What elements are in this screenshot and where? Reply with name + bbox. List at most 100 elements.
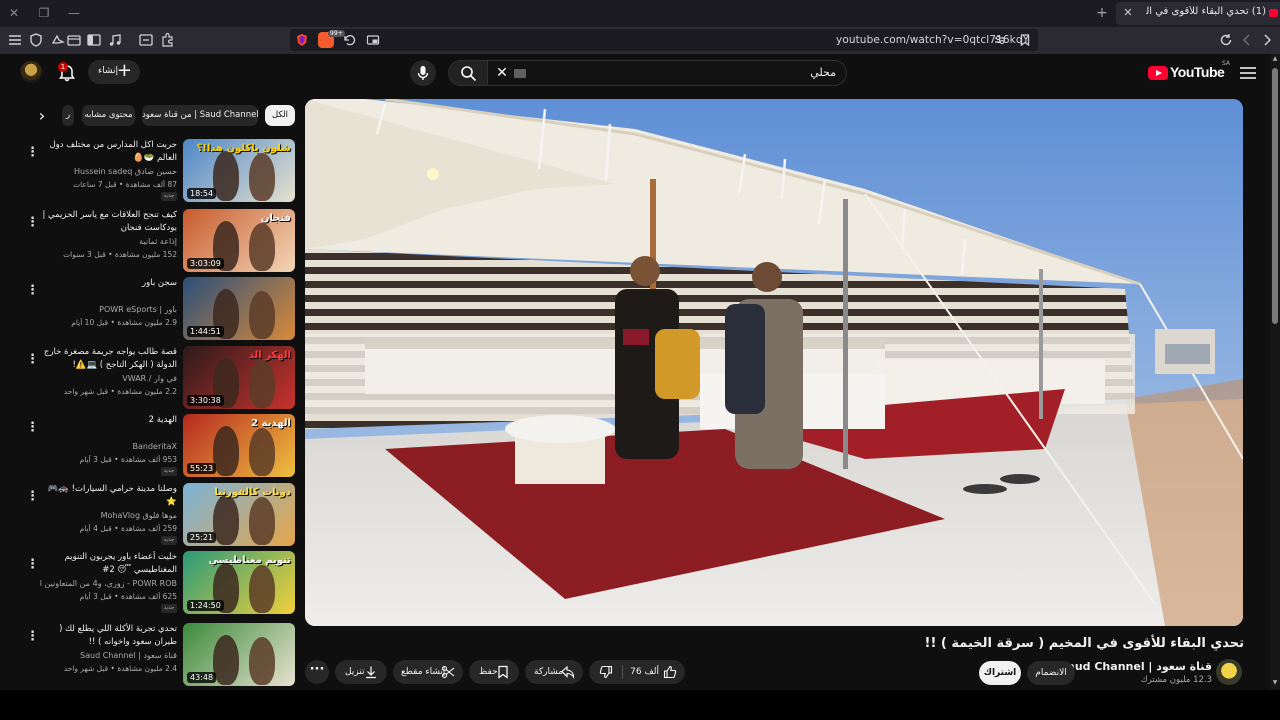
account-avatar[interactable] <box>20 61 42 83</box>
recommendation-title: وصلنا مدينة حرامي السيارات! 🚓🎮⭐ <box>47 484 177 507</box>
scroll-down-arrow-icon[interactable]: ▼ <box>1270 678 1280 688</box>
menu-icon[interactable] <box>6 31 24 49</box>
more-vertical-icon[interactable]: ⋮ <box>26 283 39 299</box>
recommendation-thumbnail[interactable]: الهدية 2 55:23 <box>183 414 295 477</box>
bookmark-save-icon <box>498 665 508 679</box>
recommendation-thumbnail[interactable]: دونات كالفورنيا 25:21 <box>183 483 295 546</box>
recommendation-item[interactable]: ⋮ وصلنا مدينة حرامي السيارات! 🚓🎮⭐ موها فلو… <box>0 483 300 549</box>
join-button[interactable]: الانضمام <box>1027 661 1075 685</box>
like-button[interactable]: 76 ألف <box>623 660 685 684</box>
like-count: 76 ألف <box>630 667 659 677</box>
rewind-icon[interactable] <box>342 33 356 47</box>
recommendation-meta: 259 ألف مشاهدة • قبل 4 أيام <box>79 524 177 533</box>
download-button[interactable]: تنزيل <box>335 660 387 684</box>
clear-search-icon[interactable]: ✕ <box>494 65 510 81</box>
forward-arrow-icon[interactable] <box>1258 31 1276 49</box>
address-bar[interactable]: 99+ youtube.com/watch?v=0qtcl716kqY <box>290 29 1038 51</box>
video-player[interactable] <box>305 99 1243 626</box>
recommendation-item[interactable]: ⋮ تحدي تجربة الأكلة اللي يطلع لك ( طيران … <box>0 623 300 689</box>
music-icon[interactable] <box>106 31 124 49</box>
recommendation-channel: باور | POWR eSports <box>99 305 177 314</box>
youtube-play-icon <box>1148 66 1168 80</box>
clip-button[interactable]: إنشاء مقطع <box>393 660 463 684</box>
bookmark-icon[interactable] <box>1018 33 1032 47</box>
screenshot-icon[interactable] <box>137 31 155 49</box>
thumbnail-person <box>249 565 275 613</box>
recommendation-thumbnail[interactable]: الهكر الذ 3:30:38 <box>183 346 295 409</box>
chip-label: الكل <box>271 110 289 120</box>
sidebar-icon[interactable] <box>85 31 103 49</box>
voice-search-button[interactable] <box>410 60 436 86</box>
shield-icon[interactable] <box>27 31 45 49</box>
brave-logo-icon[interactable] <box>296 33 308 47</box>
picture-in-picture-icon[interactable] <box>366 33 380 47</box>
recommendation-title: جربت اكل المدارس من مختلف دول العالم 🥗🥚 <box>49 140 178 163</box>
save-button[interactable]: حفظ <box>469 660 519 684</box>
search-input[interactable]: ✕ محلي <box>487 60 847 86</box>
recommendation-item[interactable]: ⋮ قصة طالب يواجه جريمة مصغرة خارج الدولة … <box>0 346 300 412</box>
browser-tab-bar: ✕ ❐ — + ✕ (1) تحدي البقاء للأقوى في المخ <box>0 0 1280 27</box>
dislike-button[interactable] <box>589 660 621 684</box>
recommendation-meta: 625 ألف مشاهدة • قبل 3 أيام <box>79 592 177 601</box>
search-button[interactable] <box>448 60 488 86</box>
window-minimize-icon[interactable]: — <box>64 4 84 22</box>
recommendation-thumbnail[interactable]: 43:48 <box>183 623 295 686</box>
page-scrollbar[interactable]: ▲ ▼ <box>1270 54 1280 690</box>
recommendation-item[interactable]: ⋮ جربت اكل المدارس من مختلف دول العالم 🥗🥚… <box>0 139 300 205</box>
duration-badge: 3:30:38 <box>187 395 224 406</box>
plus-icon: + <box>116 60 132 81</box>
reload-icon[interactable] <box>1217 31 1235 49</box>
recommendation-item[interactable]: ⋮ سجن باور باور | POWR eSports 2.9 مليون مش… <box>0 277 300 343</box>
more-vertical-icon[interactable]: ⋮ <box>26 352 39 368</box>
window-maximize-icon[interactable]: ❐ <box>34 4 54 22</box>
recommendation-thumbnail[interactable]: تنويم مغناطيسي 1:24:50 <box>183 551 295 614</box>
guide-menu-icon[interactable] <box>1238 66 1258 80</box>
share-button[interactable]: مشاركة <box>525 660 583 684</box>
tab-close-icon[interactable]: ✕ <box>1120 5 1136 21</box>
chip-all[interactable]: الكل <box>265 105 295 126</box>
more-actions-button[interactable]: ··· <box>305 660 329 684</box>
join-label: الانضمام <box>1035 668 1067 678</box>
notification-badge: 1 <box>58 62 68 72</box>
chip-related[interactable]: ر <box>62 105 74 126</box>
chip-label: ر <box>65 110 71 120</box>
logo-text: YouTube <box>1170 64 1225 80</box>
more-vertical-icon[interactable]: ⋮ <box>26 629 39 645</box>
new-badge: جديد <box>161 536 177 545</box>
recommendation-thumbnail[interactable]: 1:44:51 <box>183 277 295 340</box>
chip-from-channel[interactable]: من قناة سعود | Saud Channel <box>142 105 259 126</box>
tab-manager-icon[interactable] <box>65 31 83 49</box>
more-vertical-icon[interactable]: ⋮ <box>26 557 39 573</box>
new-badge: جديد <box>161 467 177 476</box>
window-close-icon[interactable]: ✕ <box>4 4 24 22</box>
recommendation-thumbnail[interactable]: فنجان 3:03:09 <box>183 209 295 272</box>
scroll-up-arrow-icon[interactable]: ▲ <box>1270 54 1280 64</box>
recommendation-thumbnail[interactable]: شلون ياكلون هذا!؟ 18:54 <box>183 139 295 202</box>
site-settings-icon[interactable] <box>993 33 1007 47</box>
recommendation-item[interactable]: ⋮ كيف تنجح العلاقات مع ياسر الحزيمي | بود… <box>0 209 300 275</box>
create-button[interactable]: إنشاء + <box>88 60 140 84</box>
video-frame <box>305 99 1243 626</box>
keyboard-icon[interactable] <box>514 69 526 78</box>
new-tab-button[interactable]: + <box>1092 4 1112 22</box>
recommendation-channel: قناة سعود | Saud Channel <box>80 651 177 660</box>
chips-next-arrow-icon[interactable]: › <box>32 106 52 126</box>
recommendation-item[interactable]: ⋮ الهدية 2 BanderitaX 953 ألف مشاهدة • قبل … <box>0 414 300 480</box>
more-vertical-icon[interactable]: ⋮ <box>26 420 39 436</box>
extensions-icon[interactable] <box>158 31 176 49</box>
channel-avatar[interactable] <box>1216 659 1242 685</box>
more-vertical-icon[interactable]: ⋮ <box>26 215 39 231</box>
browser-tab[interactable]: ✕ (1) تحدي البقاء للأقوى في المخ <box>1116 2 1280 25</box>
browser-toolbar: 99+ youtube.com/watch?v=0qtcl716kqY <box>0 27 1280 54</box>
bottom-bar <box>0 690 1280 720</box>
back-arrow-icon[interactable] <box>1238 31 1256 49</box>
chip-similar[interactable]: محتوى مشابه <box>82 105 135 126</box>
youtube-logo[interactable]: YouTube SA <box>1148 60 1230 82</box>
scrollbar-thumb[interactable] <box>1272 68 1278 324</box>
recommendation-item[interactable]: ⋮ خليت أعضاء باور يجربون التنويم المغناطي… <box>0 551 300 617</box>
subscribe-button[interactable]: اشتراك <box>979 661 1021 685</box>
more-vertical-icon[interactable]: ⋮ <box>26 489 39 505</box>
thumbnail-person <box>213 635 239 685</box>
thumbnail-caption: دونات كالفورنيا <box>214 487 291 498</box>
more-vertical-icon[interactable]: ⋮ <box>26 145 39 161</box>
